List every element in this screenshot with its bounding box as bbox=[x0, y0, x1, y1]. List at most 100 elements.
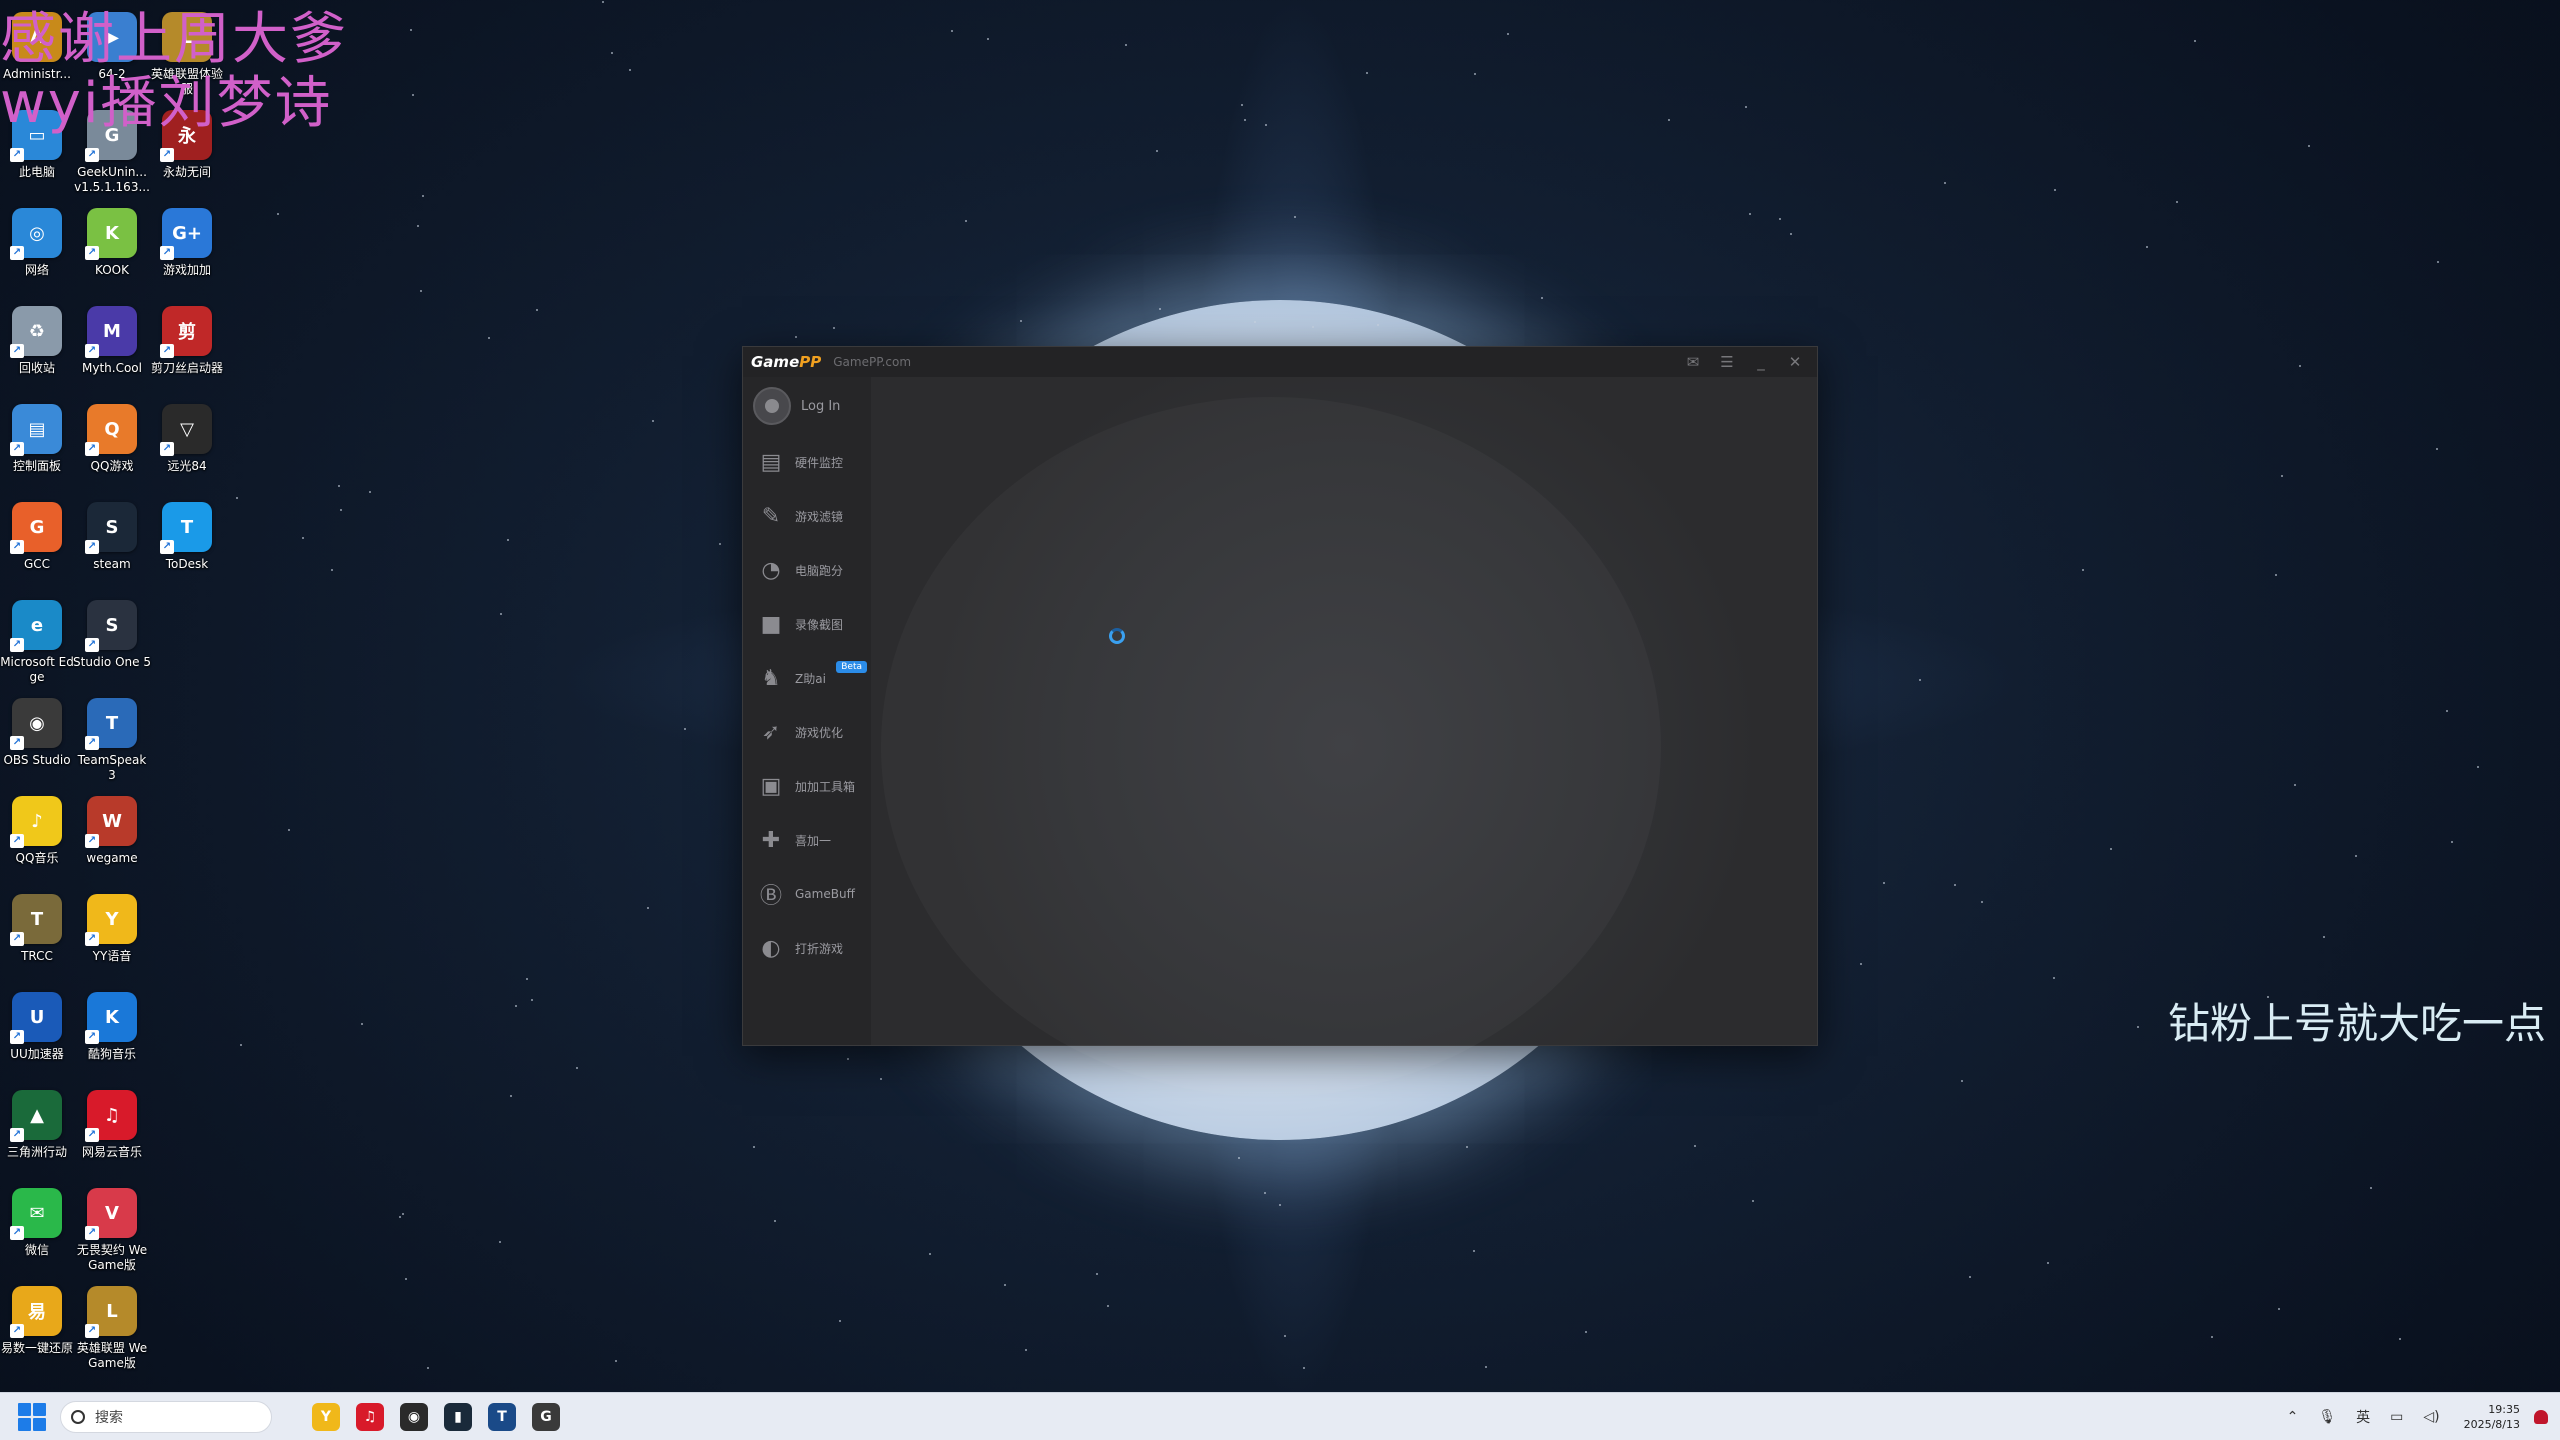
star bbox=[2355, 854, 2358, 857]
star bbox=[360, 1023, 363, 1026]
mail-icon[interactable]: ✉ bbox=[1679, 350, 1707, 374]
teamspeak-taskbar-icon[interactable]: T bbox=[488, 1402, 516, 1431]
terminal-taskbar-icon[interactable]: ▮ bbox=[444, 1402, 472, 1431]
star bbox=[2476, 765, 2479, 768]
desktop-icon[interactable]: W ↗ wegame bbox=[75, 796, 149, 866]
desktop-icon[interactable]: Y ↗ YY语音 bbox=[75, 894, 149, 964]
star bbox=[236, 496, 239, 499]
desktop-icon[interactable]: 剪 ↗ 剪刀丝启动器 bbox=[150, 306, 224, 376]
obs-taskbar-icon[interactable]: ◉ bbox=[400, 1402, 428, 1431]
star bbox=[510, 1094, 513, 1097]
gamepp-window: GamePP GamePP.com ✉ ☰ _ ✕ Log In ▤ 硬件监控 ✎ 游… bbox=[742, 346, 1818, 1046]
desktop-icon[interactable]: ✉ ↗ 微信 bbox=[0, 1188, 74, 1258]
sidebar-item[interactable]: ✚ 喜加一 bbox=[743, 813, 871, 867]
star bbox=[402, 1212, 405, 1215]
sidebar-item[interactable]: ◐ 打折游戏 bbox=[743, 921, 871, 975]
gamepp-taskbar-icon[interactable]: G bbox=[532, 1402, 560, 1431]
shortcut-arrow-icon: ↗ bbox=[85, 148, 99, 162]
desktop-icon[interactable]: U ↗ UU加速器 bbox=[0, 992, 74, 1062]
gamepp-logo: GamePP bbox=[751, 353, 822, 371]
shortcut-arrow-icon: ↗ bbox=[85, 932, 99, 946]
microphone-icon[interactable]: 🎙 bbox=[2318, 1409, 2336, 1425]
app-icon: e ↗ bbox=[10, 600, 62, 652]
desktop-icon[interactable]: ▽ ↗ 远光84 bbox=[150, 404, 224, 474]
desktop-icon[interactable]: T ↗ ToDesk bbox=[150, 502, 224, 572]
desktop-icon[interactable]: K ↗ KOOK bbox=[75, 208, 149, 278]
desktop-icon[interactable]: G+ ↗ 游戏加加 bbox=[150, 208, 224, 278]
star bbox=[2053, 976, 2056, 979]
netease-taskbar-icon[interactable]: ♫ bbox=[356, 1402, 384, 1431]
sidebar-item-label: 打折游戏 bbox=[795, 941, 844, 956]
star bbox=[399, 1215, 401, 1218]
desktop-icon[interactable]: 易 ↗ 易数一键还原 bbox=[0, 1286, 74, 1356]
shortcut-arrow-icon: ↗ bbox=[10, 1030, 24, 1044]
sidebar-item[interactable]: ▤ 硬件监控 bbox=[743, 435, 871, 489]
desktop-icon-label: 英雄联盟 WeGame版 bbox=[76, 1341, 148, 1370]
login-button[interactable]: Log In bbox=[743, 377, 871, 435]
overlay-right-text: 钻粉上号就大吃一点 bbox=[2168, 999, 2547, 1048]
desktop-icon[interactable]: ◉ ↗ OBS Studio bbox=[0, 698, 74, 768]
star bbox=[2136, 1025, 2139, 1028]
desktop-icon[interactable]: S ↗ steam bbox=[75, 502, 149, 572]
desktop-icon[interactable]: ♻ ↗ 回收站 bbox=[0, 306, 74, 376]
desktop-icon[interactable]: Q ↗ QQ游戏 bbox=[75, 404, 149, 474]
sidebar-item[interactable]: ➶ 游戏优化 bbox=[743, 705, 871, 759]
clock[interactable]: 19:35 2025/8/13 bbox=[2464, 1402, 2520, 1432]
yy-taskbar-icon[interactable]: Y bbox=[312, 1402, 340, 1431]
star bbox=[847, 1057, 850, 1060]
sidebar-item[interactable]: ✎ 游戏滤镜 bbox=[743, 489, 871, 543]
sidebar-item[interactable]: ■ 录像截图 bbox=[743, 597, 871, 651]
sidebar-item[interactable]: ◔ 电脑跑分 bbox=[743, 543, 871, 597]
star bbox=[276, 213, 279, 216]
desktop-icon[interactable]: V ↗ 无畏契约 WeGame版 bbox=[75, 1188, 149, 1273]
app-icon: ♻ ↗ bbox=[10, 306, 62, 358]
star bbox=[2275, 573, 2278, 576]
notification-bell-icon[interactable] bbox=[2534, 1410, 2548, 1424]
search-box[interactable]: 搜索 bbox=[60, 1400, 272, 1433]
volume-icon[interactable]: ◁) bbox=[2423, 1409, 2439, 1425]
desktop-icon-label: 远光84 bbox=[167, 459, 207, 473]
sidebar-item[interactable]: Ⓑ GameBuff bbox=[743, 867, 871, 921]
star bbox=[1667, 119, 1670, 122]
menu-icon[interactable]: ☰ bbox=[1713, 350, 1741, 374]
start-button[interactable] bbox=[18, 1402, 46, 1431]
chevron-up-icon[interactable]: ⌃ bbox=[2287, 1409, 2299, 1425]
desktop-icon[interactable]: M ↗ Myth.Cool bbox=[75, 306, 149, 376]
ime-indicator[interactable]: 英 bbox=[2356, 1407, 2370, 1427]
sidebar-item[interactable]: ♞ Z助ai Beta bbox=[743, 651, 871, 705]
star bbox=[628, 69, 631, 72]
desktop-icon[interactable]: K ↗ 酷狗音乐 bbox=[75, 992, 149, 1062]
desktop-icon[interactable]: L ↗ 英雄联盟 WeGame版 bbox=[75, 1286, 149, 1371]
desktop-icon[interactable]: T ↗ TRCC bbox=[0, 894, 74, 964]
title-bar[interactable]: GamePP GamePP.com ✉ ☰ _ ✕ bbox=[743, 347, 1817, 377]
star bbox=[1283, 1334, 1286, 1337]
sidebar-item[interactable]: ▣ 加加工具箱 bbox=[743, 759, 871, 813]
desktop-icon[interactable]: e ↗ Microsoft Edge bbox=[0, 600, 74, 685]
star bbox=[950, 29, 953, 32]
desktop-icon[interactable]: ▲ ↗ 三角洲行动 bbox=[0, 1090, 74, 1160]
close-button[interactable]: ✕ bbox=[1781, 350, 1809, 374]
desktop-icon-label: OBS Studio bbox=[3, 753, 71, 767]
main-content bbox=[871, 377, 1817, 1045]
star bbox=[288, 828, 291, 831]
shortcut-arrow-icon: ↗ bbox=[10, 442, 24, 456]
desktop-icon[interactable]: ♪ ↗ QQ音乐 bbox=[0, 796, 74, 866]
shortcut-arrow-icon: ↗ bbox=[160, 540, 174, 554]
network-icon[interactable]: ▭ bbox=[2390, 1409, 2403, 1425]
app-icon: G ↗ bbox=[10, 502, 62, 554]
desktop-icon[interactable]: ◎ ↗ 网络 bbox=[0, 208, 74, 278]
minimize-button[interactable]: _ bbox=[1747, 350, 1775, 374]
desktop-icon[interactable]: G ↗ GCC bbox=[0, 502, 74, 572]
sidebar-item-label: 游戏滤镜 bbox=[795, 509, 844, 524]
shortcut-arrow-icon: ↗ bbox=[85, 834, 99, 848]
desktop-icon[interactable]: ♫ ↗ 网易云音乐 bbox=[75, 1090, 149, 1160]
star bbox=[2451, 840, 2454, 843]
shortcut-arrow-icon: ↗ bbox=[10, 1128, 24, 1142]
desktop-icon[interactable]: ▤ ↗ 控制面板 bbox=[0, 404, 74, 474]
desktop-icon[interactable]: T ↗ TeamSpeak 3 bbox=[75, 698, 149, 783]
star bbox=[368, 490, 371, 493]
site-link[interactable]: GamePP.com bbox=[833, 355, 911, 369]
star bbox=[964, 219, 967, 222]
desktop-icon[interactable]: S ↗ Studio One 5 bbox=[73, 600, 151, 670]
star bbox=[1790, 232, 1793, 235]
